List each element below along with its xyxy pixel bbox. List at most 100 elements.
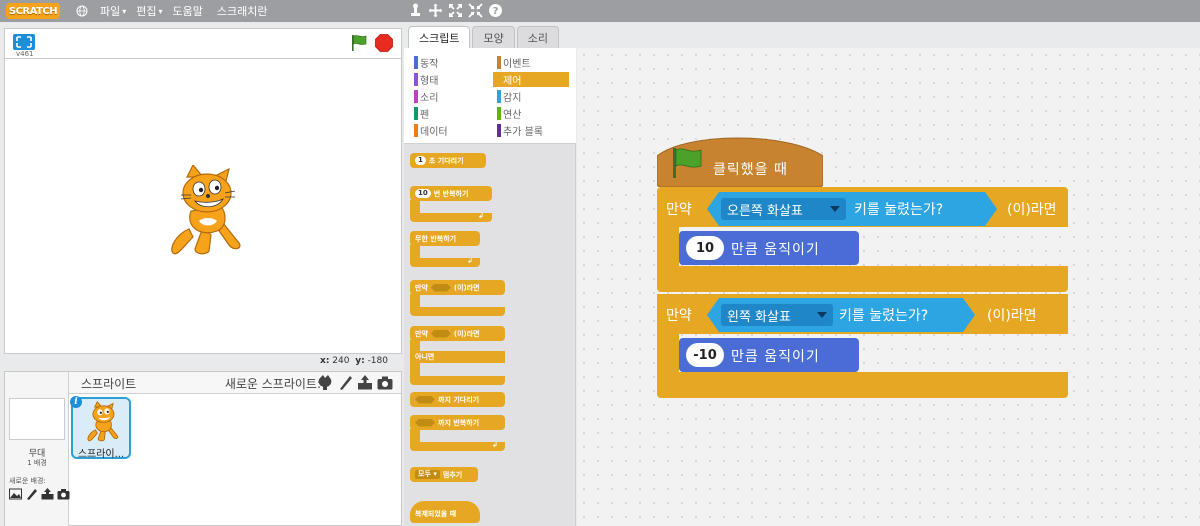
x-label: x: — [320, 356, 330, 366]
paint-backdrop-icon[interactable] — [25, 488, 38, 500]
new-backdrop-tools — [9, 488, 70, 500]
tab-scripts[interactable]: 스크립트 — [408, 26, 471, 49]
category-operators[interactable]: 연산 — [493, 106, 569, 121]
scratch-cat-thumbnail — [87, 401, 119, 442]
category-label: 펜 — [420, 110, 430, 121]
language-globe-icon[interactable] — [76, 5, 88, 17]
condition-slot[interactable] — [430, 283, 451, 292]
category-color-swatch — [497, 90, 501, 103]
loop-arrow-icon: ↲ — [492, 441, 498, 449]
menu-about[interactable]: 스크래치란 — [217, 3, 268, 19]
paint-sprite-icon[interactable] — [337, 375, 353, 390]
script-area[interactable]: 클릭했을 때 만약 오른쪽 화살표 키를 눌렸는가? (이)라면 10 만큼 움… — [577, 48, 1200, 526]
stage-thumbnail[interactable] — [9, 398, 65, 440]
fullscreen-icon[interactable] — [13, 34, 35, 50]
new-sprite-tools — [317, 375, 393, 390]
wait-until-block[interactable]: 까지 기다리기 — [410, 392, 505, 407]
category-more-blocks[interactable]: 추가 블록 — [493, 123, 569, 138]
stop-block[interactable]: 모두 ▾ 멈추기 — [410, 467, 478, 482]
repeat-until-block[interactable]: 까지 반복하기 ↲ — [410, 415, 505, 455]
menu-about-label: 스크래치란 — [216, 5, 268, 18]
key-dropdown-left[interactable]: 왼쪽 화살표 — [721, 304, 833, 326]
upload-sprite-icon[interactable] — [357, 375, 373, 390]
backdrop-library-icon[interactable] — [9, 488, 22, 500]
condition-slot[interactable] — [430, 329, 451, 338]
stamp-icon[interactable] — [408, 3, 423, 18]
condition-slot[interactable] — [415, 395, 435, 404]
menu-edit[interactable]: 편집 ▾ — [136, 3, 162, 19]
move-steps-block[interactable]: -10 만큼 움직이기 — [679, 338, 859, 372]
y-value: -180 — [367, 356, 388, 366]
move-steps-label: 만큼 움직이기 — [731, 349, 820, 365]
key-dropdown-right[interactable]: 오른쪽 화살표 — [721, 198, 846, 220]
category-label: 이벤트 — [503, 59, 531, 70]
editor-tabs: 스크립트 모양 소리 — [408, 26, 559, 49]
category-data[interactable]: 데이터 — [410, 123, 486, 138]
wait-seconds-label: 초 기다리기 — [428, 156, 464, 165]
new-sprite-label: 새로운 스프라이트: — [224, 377, 321, 391]
wait-seconds-input[interactable]: 1 — [415, 156, 426, 165]
condition-slot[interactable] — [415, 418, 435, 427]
upload-backdrop-icon[interactable] — [41, 488, 54, 500]
category-sensing[interactable]: 감지 — [493, 89, 569, 104]
stop-option-label: 모두 — [418, 470, 431, 478]
tab-costumes[interactable]: 모양 — [472, 26, 515, 48]
wait-seconds-block[interactable]: 1 초 기다리기 — [410, 153, 486, 168]
category-pen[interactable]: 펜 — [410, 106, 486, 121]
stage-header: v461 — [4, 28, 402, 58]
when-cloned-hat-block[interactable]: 복제되었을 때 — [410, 501, 480, 523]
category-color-swatch — [414, 73, 418, 86]
if-then-block[interactable]: 만약 (이)라면 — [410, 280, 505, 316]
steps-input[interactable]: 10 — [686, 236, 724, 260]
help-icon[interactable]: ? — [488, 3, 503, 18]
category-color-swatch — [414, 124, 418, 137]
ifelse-block-foot — [410, 376, 505, 385]
category-control[interactable]: 제어 — [493, 72, 569, 87]
category-events[interactable]: 이벤트 — [493, 55, 569, 70]
sprite-library-icon[interactable] — [317, 375, 333, 390]
mouse-coordinates: x: 240 y: -180 — [320, 356, 388, 366]
stage-canvas[interactable] — [4, 58, 402, 354]
stop-label: 멈추기 — [442, 470, 463, 479]
category-selector: 동작 이벤트 형태 제어 소리 감지 펜 연산 데이터 추가 블록 — [404, 48, 576, 144]
repeat-count-input[interactable]: 10 — [415, 189, 431, 198]
green-flag-icon — [673, 148, 702, 178]
sprite-thumbnail[interactable]: i 스프라이... — [70, 396, 131, 460]
stage-panel: v461 x: 240 y: -180 — [4, 28, 402, 368]
repeat-until-label: 까지 반복하기 — [438, 418, 480, 427]
tab-sounds[interactable]: 소리 — [516, 26, 559, 48]
cut-icon[interactable] — [428, 3, 443, 18]
menu-help[interactable]: 도움말 — [173, 3, 203, 19]
stop-icon[interactable] — [375, 34, 393, 52]
category-motion[interactable]: 동작 — [410, 55, 486, 70]
scratch-cat-sprite[interactable] — [165, 165, 247, 257]
move-steps-block[interactable]: 10 만큼 움직이기 — [679, 231, 859, 265]
camera-backdrop-icon[interactable] — [57, 488, 70, 500]
camera-sprite-icon[interactable] — [377, 375, 393, 390]
steps-input[interactable]: -10 — [686, 343, 724, 367]
grow-icon[interactable] — [448, 3, 463, 18]
category-label: 소리 — [420, 93, 439, 104]
key-pressed-label: 키를 눌렸는가? — [854, 202, 944, 218]
when-flag-clicked-hat-block[interactable]: 클릭했을 때 — [657, 132, 823, 187]
svg-text:?: ? — [493, 6, 499, 17]
stop-option-dropdown[interactable]: 모두 ▾ — [415, 470, 440, 479]
repeat-block[interactable]: 10 번 반복하기 ↲ — [410, 186, 492, 224]
shrink-icon[interactable] — [468, 3, 483, 18]
if-block-foot — [657, 372, 1068, 398]
chevron-down-icon — [830, 206, 840, 212]
category-sound[interactable]: 소리 — [410, 89, 486, 104]
info-icon[interactable]: i — [70, 396, 82, 408]
repeat-until-arm — [410, 429, 420, 443]
version-label: v461 — [16, 50, 34, 58]
scratch-logo[interactable]: SCRATCH — [6, 3, 60, 19]
category-looks[interactable]: 형태 — [410, 72, 486, 87]
category-color-swatch — [414, 90, 418, 103]
category-color-swatch — [414, 107, 418, 120]
else-row: 아니면 — [410, 351, 505, 363]
category-color-swatch — [497, 124, 501, 137]
if-else-block[interactable]: 만약 (이)라면 아니면 — [410, 326, 505, 388]
forever-block[interactable]: 무한 반복하기 ↲ — [410, 231, 480, 267]
menu-file[interactable]: 파일 ▾ — [100, 3, 126, 19]
green-flag-icon[interactable] — [349, 33, 369, 53]
